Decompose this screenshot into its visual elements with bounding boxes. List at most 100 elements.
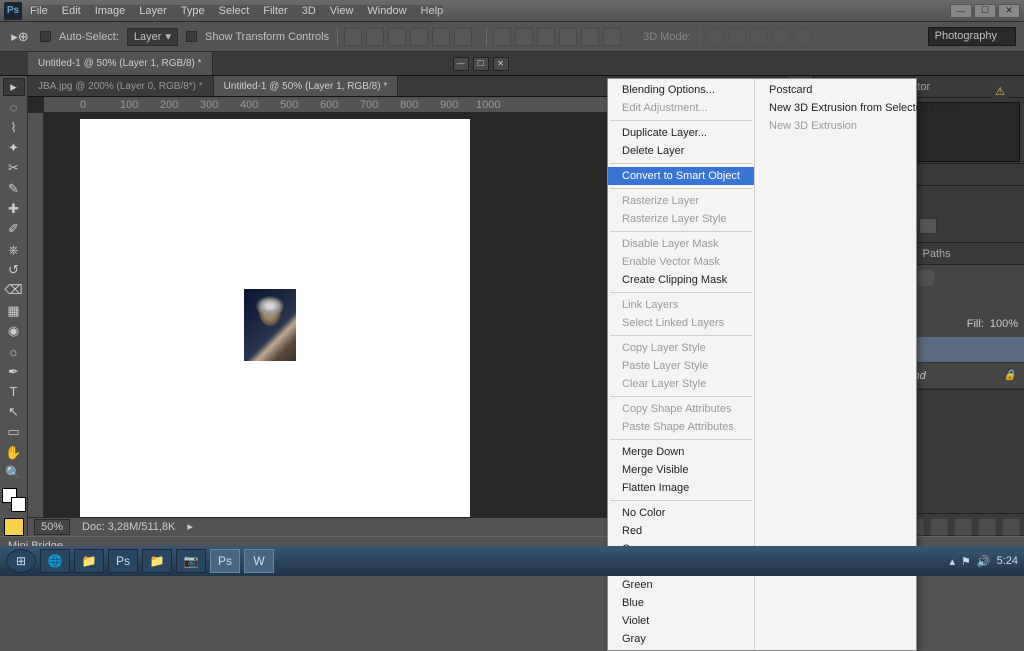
menu-image[interactable]: Image xyxy=(95,5,126,17)
sub-minimize[interactable]: — xyxy=(453,57,469,71)
doc-tab[interactable]: JBA.jpg @ 200% (Layer 0, RGB/8*) * xyxy=(28,76,214,96)
tray-icon[interactable]: 🔊 xyxy=(977,555,991,568)
maximize-button[interactable]: ☐ xyxy=(974,4,996,18)
taskbar-app[interactable]: 📷 xyxy=(176,549,206,573)
sub-maximize[interactable]: ☐ xyxy=(473,57,489,71)
stamp-tool[interactable]: ⎈ xyxy=(3,241,25,259)
color-swatches[interactable] xyxy=(2,488,26,512)
menu-layer[interactable]: Layer xyxy=(139,5,167,17)
menu-window[interactable]: Window xyxy=(367,5,406,17)
3d-icon[interactable] xyxy=(706,28,724,46)
autoselect-target[interactable]: Layer▾ xyxy=(127,28,178,46)
menu-file[interactable]: File xyxy=(30,5,48,17)
eyedropper-tool[interactable]: ✎ xyxy=(3,180,25,198)
workspace-select[interactable]: Photography xyxy=(928,27,1016,46)
marquee-tool[interactable]: ◌ xyxy=(3,98,25,116)
context-item[interactable]: Postcard xyxy=(755,81,973,99)
3d-icon[interactable] xyxy=(794,28,812,46)
foreground-color[interactable] xyxy=(4,518,24,536)
transform-checkbox[interactable] xyxy=(186,31,197,42)
canvas[interactable] xyxy=(80,119,470,517)
eraser-tool[interactable]: ⌫ xyxy=(3,281,25,299)
zoom-field[interactable]: 50% xyxy=(34,519,70,535)
context-item[interactable]: Violet xyxy=(608,612,754,630)
context-item[interactable]: Delete Layer xyxy=(608,142,754,160)
menu-type[interactable]: Type xyxy=(181,5,205,17)
tray-icon[interactable]: ▴ xyxy=(949,555,955,568)
move-tool[interactable]: ▸ xyxy=(3,78,25,96)
align-icon[interactable] xyxy=(432,28,450,46)
context-item[interactable]: Green xyxy=(608,576,754,594)
sub-close[interactable]: ✕ xyxy=(493,57,509,71)
blur-tool[interactable]: ◉ xyxy=(3,322,25,340)
pen-tool[interactable]: ✒ xyxy=(3,362,25,380)
distribute-icon[interactable] xyxy=(559,28,577,46)
brush-tool[interactable]: ✐ xyxy=(3,220,25,238)
align-icon[interactable] xyxy=(388,28,406,46)
3d-icon[interactable] xyxy=(750,28,768,46)
align-icon[interactable] xyxy=(454,28,472,46)
menu-filter[interactable]: Filter xyxy=(263,5,287,17)
context-item[interactable]: Merge Down xyxy=(608,443,754,461)
distribute-icon[interactable] xyxy=(493,28,511,46)
menu-edit[interactable]: Edit xyxy=(62,5,81,17)
start-button[interactable]: ⊞ xyxy=(6,549,36,573)
clock[interactable]: 5:24 xyxy=(997,555,1018,567)
3d-icon[interactable] xyxy=(772,28,790,46)
autoselect-checkbox[interactable] xyxy=(40,31,51,42)
context-item[interactable]: Merge Visible xyxy=(608,461,754,479)
distribute-icon[interactable] xyxy=(581,28,599,46)
taskbar-app[interactable]: Ps xyxy=(210,549,240,573)
3d-icon[interactable] xyxy=(728,28,746,46)
distribute-icon[interactable] xyxy=(537,28,555,46)
lasso-tool[interactable]: ⌇ xyxy=(3,119,25,137)
distribute-icon[interactable] xyxy=(515,28,533,46)
distribute-icon[interactable] xyxy=(603,28,621,46)
align-icon[interactable] xyxy=(366,28,384,46)
align-icon[interactable] xyxy=(410,28,428,46)
path-tool[interactable]: ↖ xyxy=(3,403,25,421)
dodge-tool[interactable]: ☼ xyxy=(3,342,25,360)
new-layer-icon[interactable] xyxy=(978,518,996,536)
taskbar-app[interactable]: W xyxy=(244,549,274,573)
crop-tool[interactable]: ✂ xyxy=(3,159,25,177)
hand-tool[interactable]: ✋ xyxy=(3,444,25,462)
doc-tab[interactable]: Untitled-1 @ 50% (Layer 1, RGB/8) * xyxy=(214,76,399,96)
context-item[interactable]: Blue xyxy=(608,594,754,612)
heal-tool[interactable]: ✚ xyxy=(3,200,25,218)
taskbar-app[interactable]: 📁 xyxy=(74,549,104,573)
context-item[interactable]: Red xyxy=(608,522,754,540)
move-tool-icon[interactable]: ▸⊕ xyxy=(8,27,32,47)
warning-icon[interactable]: ⚠ xyxy=(992,84,1008,98)
menu-view[interactable]: View xyxy=(330,5,354,17)
fill-field[interactable]: 100% xyxy=(990,318,1018,330)
shape-tool[interactable]: ▭ xyxy=(3,423,25,441)
tray-icon[interactable]: ⚑ xyxy=(961,555,971,568)
status-arrow-icon[interactable]: ▸ xyxy=(187,520,193,533)
minimize-button[interactable]: — xyxy=(950,4,972,18)
context-item[interactable]: Flatten Image xyxy=(608,479,754,497)
context-item[interactable]: No Color xyxy=(608,504,754,522)
context-item[interactable]: Gray xyxy=(608,630,754,648)
align-icon[interactable] xyxy=(344,28,362,46)
context-item[interactable]: Duplicate Layer... xyxy=(608,124,754,142)
zoom-tool[interactable]: 🔍 xyxy=(3,464,25,482)
menu-3d[interactable]: 3D xyxy=(302,5,316,17)
gradient-tool[interactable]: ▦ xyxy=(3,301,25,319)
trash-icon[interactable] xyxy=(1002,518,1020,536)
taskbar-app[interactable]: 📁 xyxy=(142,549,172,573)
menu-help[interactable]: Help xyxy=(421,5,444,17)
type-tool[interactable]: T xyxy=(3,383,25,401)
title-tab[interactable]: Untitled-1 @ 50% (Layer 1, RGB/8) * xyxy=(28,52,213,75)
context-item[interactable]: New 3D Extrusion from Selected Layer xyxy=(755,99,973,117)
history-brush-tool[interactable]: ↺ xyxy=(3,261,25,279)
taskbar-app[interactable]: 🌐 xyxy=(40,549,70,573)
menu-select[interactable]: Select xyxy=(219,5,250,17)
placed-image[interactable] xyxy=(244,289,296,361)
context-item[interactable]: Create Clipping Mask xyxy=(608,271,754,289)
taskbar-app[interactable]: Ps xyxy=(108,549,138,573)
wand-tool[interactable]: ✦ xyxy=(3,139,25,157)
context-item[interactable]: Blending Options... xyxy=(608,81,754,99)
close-button[interactable]: ✕ xyxy=(998,4,1020,18)
context-item[interactable]: Convert to Smart Object xyxy=(608,167,754,185)
